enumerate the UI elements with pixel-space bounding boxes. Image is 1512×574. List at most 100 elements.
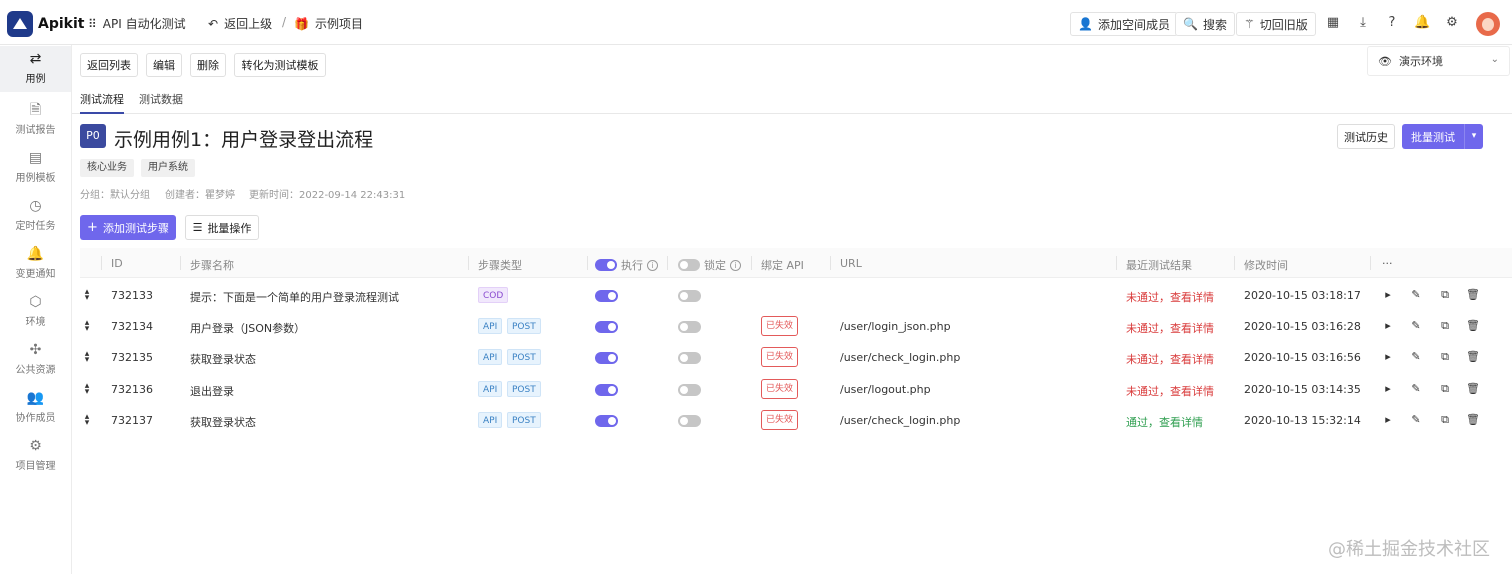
step-name[interactable]: 退出登录 — [190, 383, 234, 399]
sidebar-item-env[interactable]: ⬡ 环境 — [0, 289, 71, 333]
add-member-button[interactable]: 👤 添加空间成员 — [1070, 12, 1178, 36]
settings-gear-icon[interactable]: ⚙ — [1444, 15, 1460, 31]
download-icon[interactable]: ⤓ — [1355, 15, 1371, 31]
step-name[interactable]: 提示：下面是一个简单的用户登录流程测试 — [190, 289, 399, 305]
run-icon[interactable]: ▸ — [1381, 413, 1395, 426]
table-row[interactable]: ▴ ▾ 732134 用户登录（JSON参数） API POST 已失效 /use… — [80, 311, 1512, 342]
back-to-list-button[interactable]: 返回列表 — [80, 53, 138, 77]
sidebar-item-timer[interactable]: ◷ 定时任务 — [0, 193, 71, 237]
test-history-button[interactable]: 测试历史 — [1337, 124, 1395, 149]
edit-pencil-icon[interactable]: ✎ — [1409, 382, 1423, 395]
type-chip-api: API — [478, 349, 503, 365]
column-header-name: 步骤名称 — [190, 259, 234, 272]
search-button[interactable]: 🔍 搜索 — [1175, 12, 1235, 36]
old-version-button[interactable]: ⚚ 切回旧版 — [1236, 12, 1316, 36]
trash-icon[interactable]: 🗑 — [1466, 350, 1480, 363]
table-row[interactable]: ▴ ▾ 732137 获取登录状态 API POST 已失效 /user/chec… — [80, 405, 1512, 436]
exec-toggle[interactable] — [595, 384, 618, 396]
drag-handle-icon[interactable]: ▴ ▾ — [84, 413, 90, 428]
trash-icon[interactable]: 🗑 — [1466, 288, 1480, 301]
lock-toggle[interactable] — [678, 415, 701, 427]
exec-toggle[interactable] — [595, 321, 618, 333]
edit-pencil-icon[interactable]: ✎ — [1409, 319, 1423, 332]
sidebar-item-templates[interactable]: ▤ 用例模板 — [0, 145, 71, 189]
delete-button[interactable]: 删除 — [190, 53, 226, 77]
sidebar-item-cases[interactable]: ⇄ 用例 — [0, 46, 71, 92]
step-name[interactable]: 获取登录状态 — [190, 414, 256, 430]
column-header-more[interactable]: ··· — [1382, 257, 1393, 270]
test-result-link[interactable]: 未通过，查看详情 — [1126, 289, 1214, 305]
breadcrumb-project[interactable]: 🎁 示例项目 — [294, 15, 363, 32]
module-label: API 自动化测试 — [102, 17, 186, 31]
drag-handle-icon[interactable]: ▴ ▾ — [84, 382, 90, 397]
sidebar-item-reports[interactable]: 🗎 测试报告 — [0, 97, 71, 141]
drag-handle-icon[interactable]: ▴ ▾ — [84, 319, 90, 334]
sidebar-item-project[interactable]: ⚙ 项目管理 — [0, 433, 71, 477]
edit-pencil-icon[interactable]: ✎ — [1409, 350, 1423, 363]
batch-operation-button[interactable]: ☰ 批量操作 — [185, 215, 259, 240]
edit-button[interactable]: 编辑 — [146, 53, 182, 77]
trash-icon[interactable]: 🗑 — [1466, 413, 1480, 426]
test-result-link[interactable]: 未通过，查看详情 — [1126, 320, 1214, 336]
info-icon[interactable]: i — [647, 259, 658, 271]
tab-test-data[interactable]: 测试数据 — [139, 91, 183, 107]
module-switcher[interactable]: ⠿ API 自动化测试 — [88, 15, 186, 32]
sidebar-item-resources[interactable]: ✣ 公共资源 — [0, 337, 71, 381]
help-icon[interactable]: ? — [1384, 15, 1400, 31]
run-icon[interactable]: ▸ — [1381, 319, 1395, 332]
step-id: 732134 — [111, 320, 153, 333]
exec-toggle[interactable] — [595, 290, 618, 302]
app-logo[interactable]: Apikit — [7, 11, 84, 37]
environment-select[interactable]: 👁 演示环境 ⌄ — [1367, 46, 1510, 76]
back-up-label: 返回上级 — [224, 17, 273, 31]
table-row[interactable]: ▴ ▾ 732136 退出登录 API POST 已失效 /user/logout… — [80, 374, 1512, 405]
lock-toggle[interactable] — [678, 290, 701, 302]
to-template-button[interactable]: 转化为测试模板 — [234, 53, 326, 77]
notification-bell-icon[interactable]: 🔔 — [1414, 15, 1430, 31]
chevron-down-icon[interactable]: ▾ — [1464, 124, 1483, 149]
test-result-link[interactable]: 通过，查看详情 — [1126, 414, 1203, 430]
sidebar-item-notify[interactable]: 🔔 变更通知 — [0, 241, 71, 285]
table-row[interactable]: ▴ ▾ 732133 提示：下面是一个简单的用户登录流程测试 COD 未通过，查看… — [80, 280, 1512, 311]
step-name[interactable]: 用户登录（JSON参数） — [190, 320, 305, 336]
exec-toggle[interactable] — [595, 352, 618, 364]
sidebar-item-label: 环境 — [25, 317, 46, 328]
edit-pencil-icon[interactable]: ✎ — [1409, 413, 1423, 426]
modified-time: 2020-10-15 03:18:17 — [1244, 289, 1361, 302]
copy-icon[interactable]: ⧉ — [1438, 288, 1452, 302]
info-icon[interactable]: i — [730, 259, 741, 271]
lock-all-toggle[interactable] — [678, 259, 700, 271]
copy-icon[interactable]: ⧉ — [1438, 413, 1452, 427]
batch-test-button[interactable]: 批量测试 ▾ — [1402, 124, 1483, 149]
run-icon[interactable]: ▸ — [1381, 382, 1395, 395]
modified-time: 2020-10-15 03:16:56 — [1244, 351, 1361, 364]
edit-pencil-icon[interactable]: ✎ — [1409, 288, 1423, 301]
test-result-link[interactable]: 未通过，查看详情 — [1126, 383, 1214, 399]
trash-icon[interactable]: 🗑 — [1466, 382, 1480, 395]
run-icon[interactable]: ▸ — [1381, 288, 1395, 301]
drag-handle-icon[interactable]: ▴ ▾ — [84, 288, 90, 303]
step-name[interactable]: 获取登录状态 — [190, 351, 256, 367]
list-icon: ☰ — [192, 221, 203, 234]
copy-icon[interactable]: ⧉ — [1438, 382, 1452, 396]
back-up-link[interactable]: ↶ 返回上级 — [208, 15, 272, 32]
sidebar-item-members[interactable]: 👥 协作成员 — [0, 385, 71, 429]
drag-handle-icon[interactable]: ▴ ▾ — [84, 350, 90, 365]
calendar-icon[interactable]: ▦ — [1325, 15, 1341, 31]
add-step-button[interactable]: + 添加测试步骤 — [80, 215, 176, 240]
lock-toggle[interactable] — [678, 384, 701, 396]
tab-test-flow[interactable]: 测试流程 — [80, 91, 124, 114]
lock-toggle[interactable] — [678, 321, 701, 333]
copy-icon[interactable]: ⧉ — [1438, 350, 1452, 364]
exec-toggle[interactable] — [595, 415, 618, 427]
lock-toggle[interactable] — [678, 352, 701, 364]
copy-icon[interactable]: ⧉ — [1438, 319, 1452, 333]
test-result-link[interactable]: 未通过，查看详情 — [1126, 351, 1214, 367]
sidebar-item-label: 变更通知 — [15, 269, 56, 280]
run-icon[interactable]: ▸ — [1381, 350, 1395, 363]
exec-all-toggle[interactable] — [595, 259, 617, 271]
user-avatar[interactable] — [1476, 12, 1500, 36]
trash-icon[interactable]: 🗑 — [1466, 319, 1480, 332]
priority-badge: P0 — [80, 124, 106, 148]
table-row[interactable]: ▴ ▾ 732135 获取登录状态 API POST 已失效 /user/chec… — [80, 342, 1512, 373]
